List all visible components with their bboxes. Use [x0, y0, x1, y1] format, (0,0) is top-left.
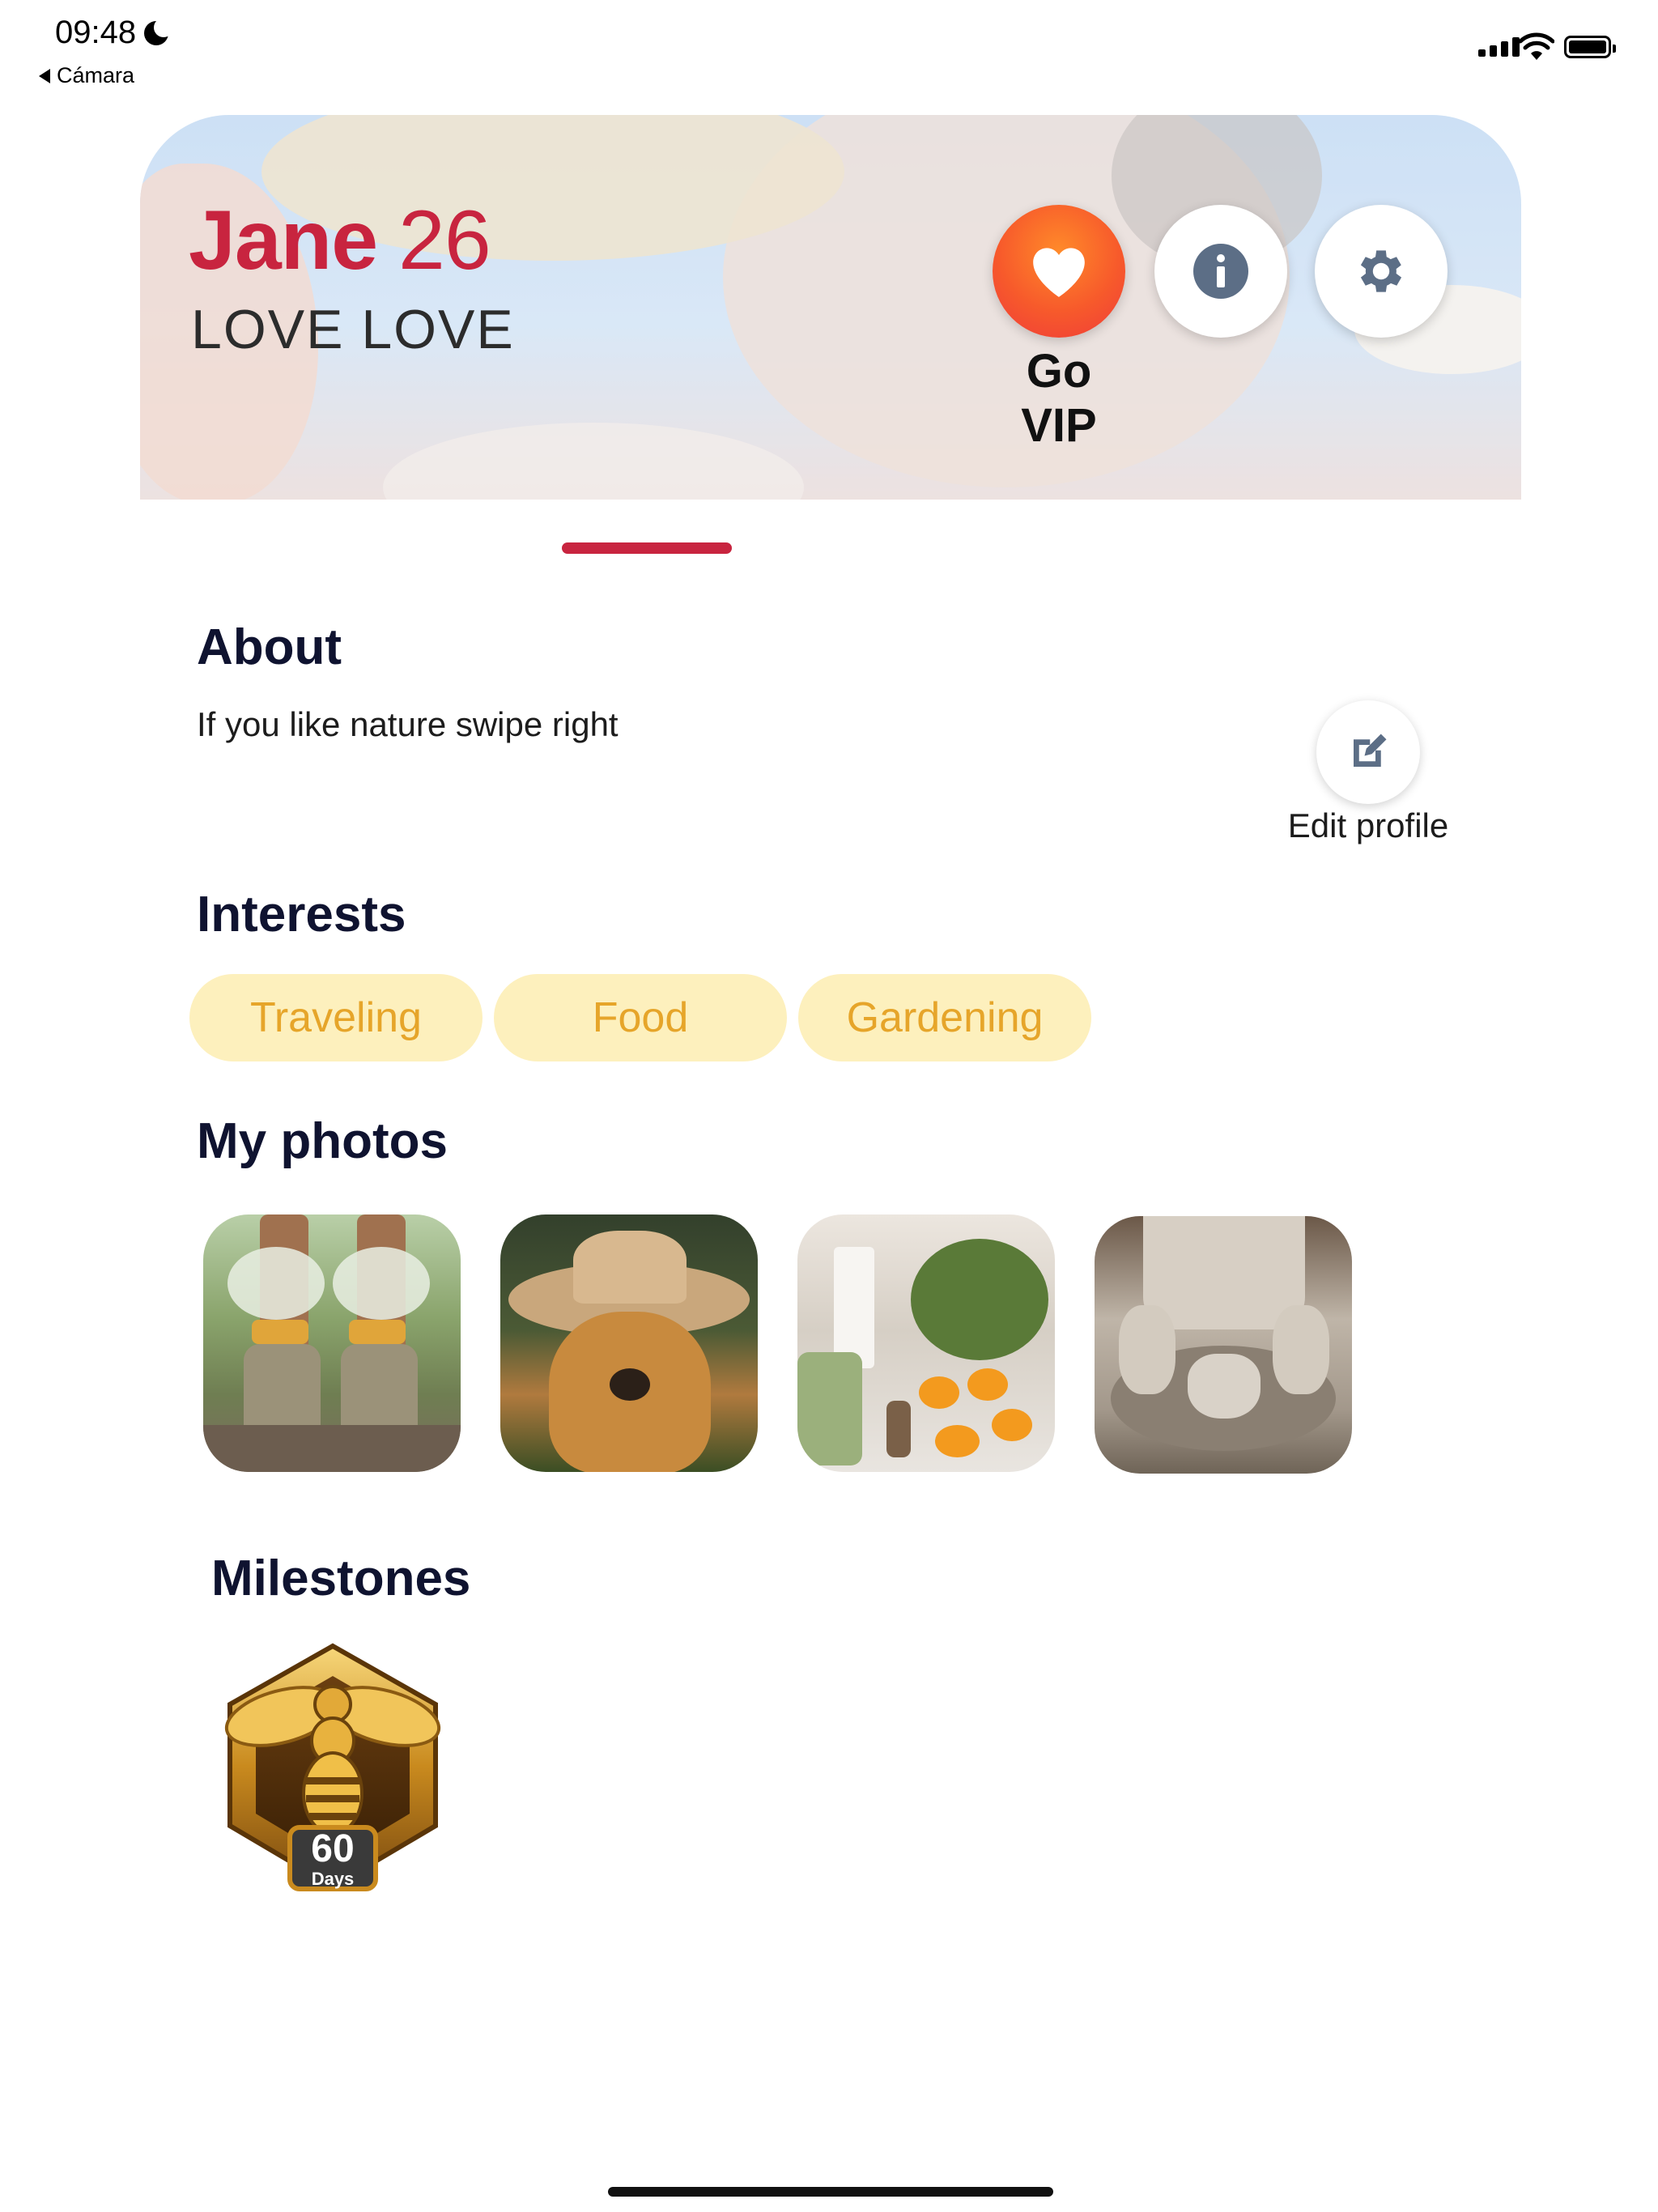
photo-thumbnail-boots-flowers[interactable]: [203, 1214, 461, 1472]
about-heading: About: [197, 619, 342, 675]
edit-icon: [1354, 734, 1387, 767]
photo-thumbnail-plants-oranges[interactable]: [797, 1214, 1055, 1472]
go-vip-button[interactable]: [993, 205, 1125, 338]
interest-chip[interactable]: Traveling: [189, 974, 483, 1061]
edit-profile-button[interactable]: [1316, 700, 1420, 804]
badge-days-unit: Days: [311, 1869, 355, 1889]
photo-thumbnail-dog-hat[interactable]: [500, 1214, 758, 1472]
edit-profile-label[interactable]: Edit profile: [1271, 806, 1465, 845]
tab-indicator: [562, 542, 732, 554]
my-photos-heading: My photos: [197, 1113, 448, 1169]
status-time-text: 09:48: [55, 15, 137, 50]
home-indicator[interactable]: [608, 2187, 1053, 2197]
cellular-signal-icon: [1478, 37, 1520, 57]
back-arrow-icon: [39, 68, 50, 83]
about-text: If you like nature swipe right: [197, 705, 619, 743]
status-time: 09:48: [55, 15, 174, 51]
interest-chip[interactable]: Gardening: [798, 974, 1091, 1061]
photo-thumbnail-pottery[interactable]: [1095, 1216, 1352, 1474]
interests-heading: Interests: [197, 887, 406, 942]
milestones-heading: Milestones: [211, 1551, 471, 1606]
heart-icon: [1033, 248, 1085, 297]
go-vip-label: Go VIP: [1021, 345, 1097, 452]
back-app-label: Cámara: [57, 63, 135, 87]
info-button[interactable]: [1154, 205, 1287, 338]
profile-first-name: Jane: [189, 194, 378, 287]
profile-tagline: LOVE LOVE: [191, 299, 515, 360]
interest-chip[interactable]: Food: [494, 974, 787, 1061]
profile-name: Jane 26: [189, 193, 491, 289]
badge-days-number: 60: [311, 1827, 355, 1870]
settings-button[interactable]: [1315, 205, 1448, 338]
wifi-icon: [1519, 32, 1554, 60]
battery-icon: [1564, 36, 1616, 58]
profile-age: 26: [398, 194, 491, 287]
info-icon: [1193, 244, 1248, 299]
moon-icon: [144, 17, 174, 45]
gear-icon: [1360, 250, 1402, 292]
back-to-app-link[interactable]: Cámara: [39, 63, 134, 88]
